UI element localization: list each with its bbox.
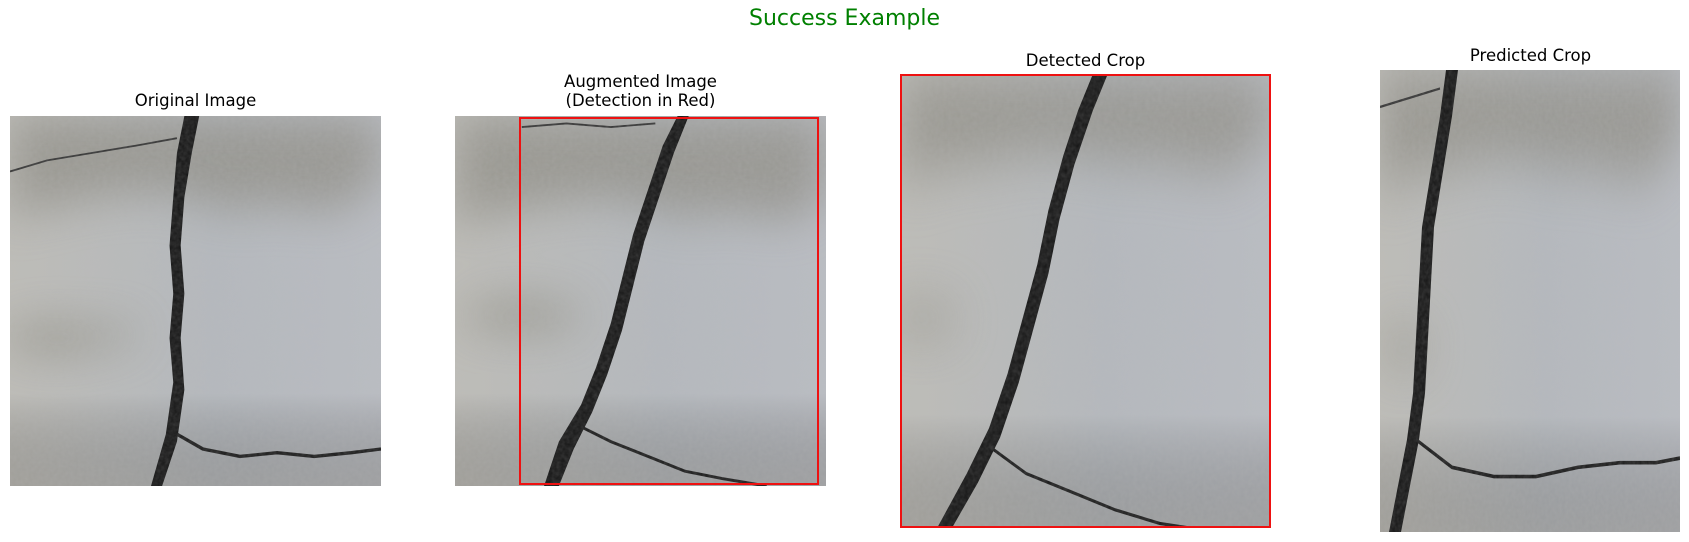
- panel-title-predicted: Predicted Crop: [1345, 46, 1689, 65]
- figure-title: Success Example: [749, 6, 940, 31]
- panel-title-line: Augmented Image: [564, 72, 717, 91]
- detected-crop-image: [900, 74, 1271, 528]
- detection-box: [519, 117, 819, 485]
- panel-title-detected: Detected Crop: [900, 51, 1271, 70]
- detected-crop-border: [900, 74, 1271, 528]
- augmented-image: [455, 116, 826, 486]
- panel-title-line: Detected Crop: [1025, 51, 1146, 70]
- original-image: [10, 116, 381, 486]
- panel-title-line: (Detection in Red): [565, 91, 716, 110]
- panel-title-line: Predicted Crop: [1469, 46, 1592, 65]
- panel-title-line: Original Image: [134, 91, 257, 110]
- predicted-crop-image: [1380, 70, 1680, 532]
- panel-title-augmented: Augmented Image (Detection in Red): [455, 72, 826, 110]
- panel-title-original: Original Image: [10, 91, 381, 110]
